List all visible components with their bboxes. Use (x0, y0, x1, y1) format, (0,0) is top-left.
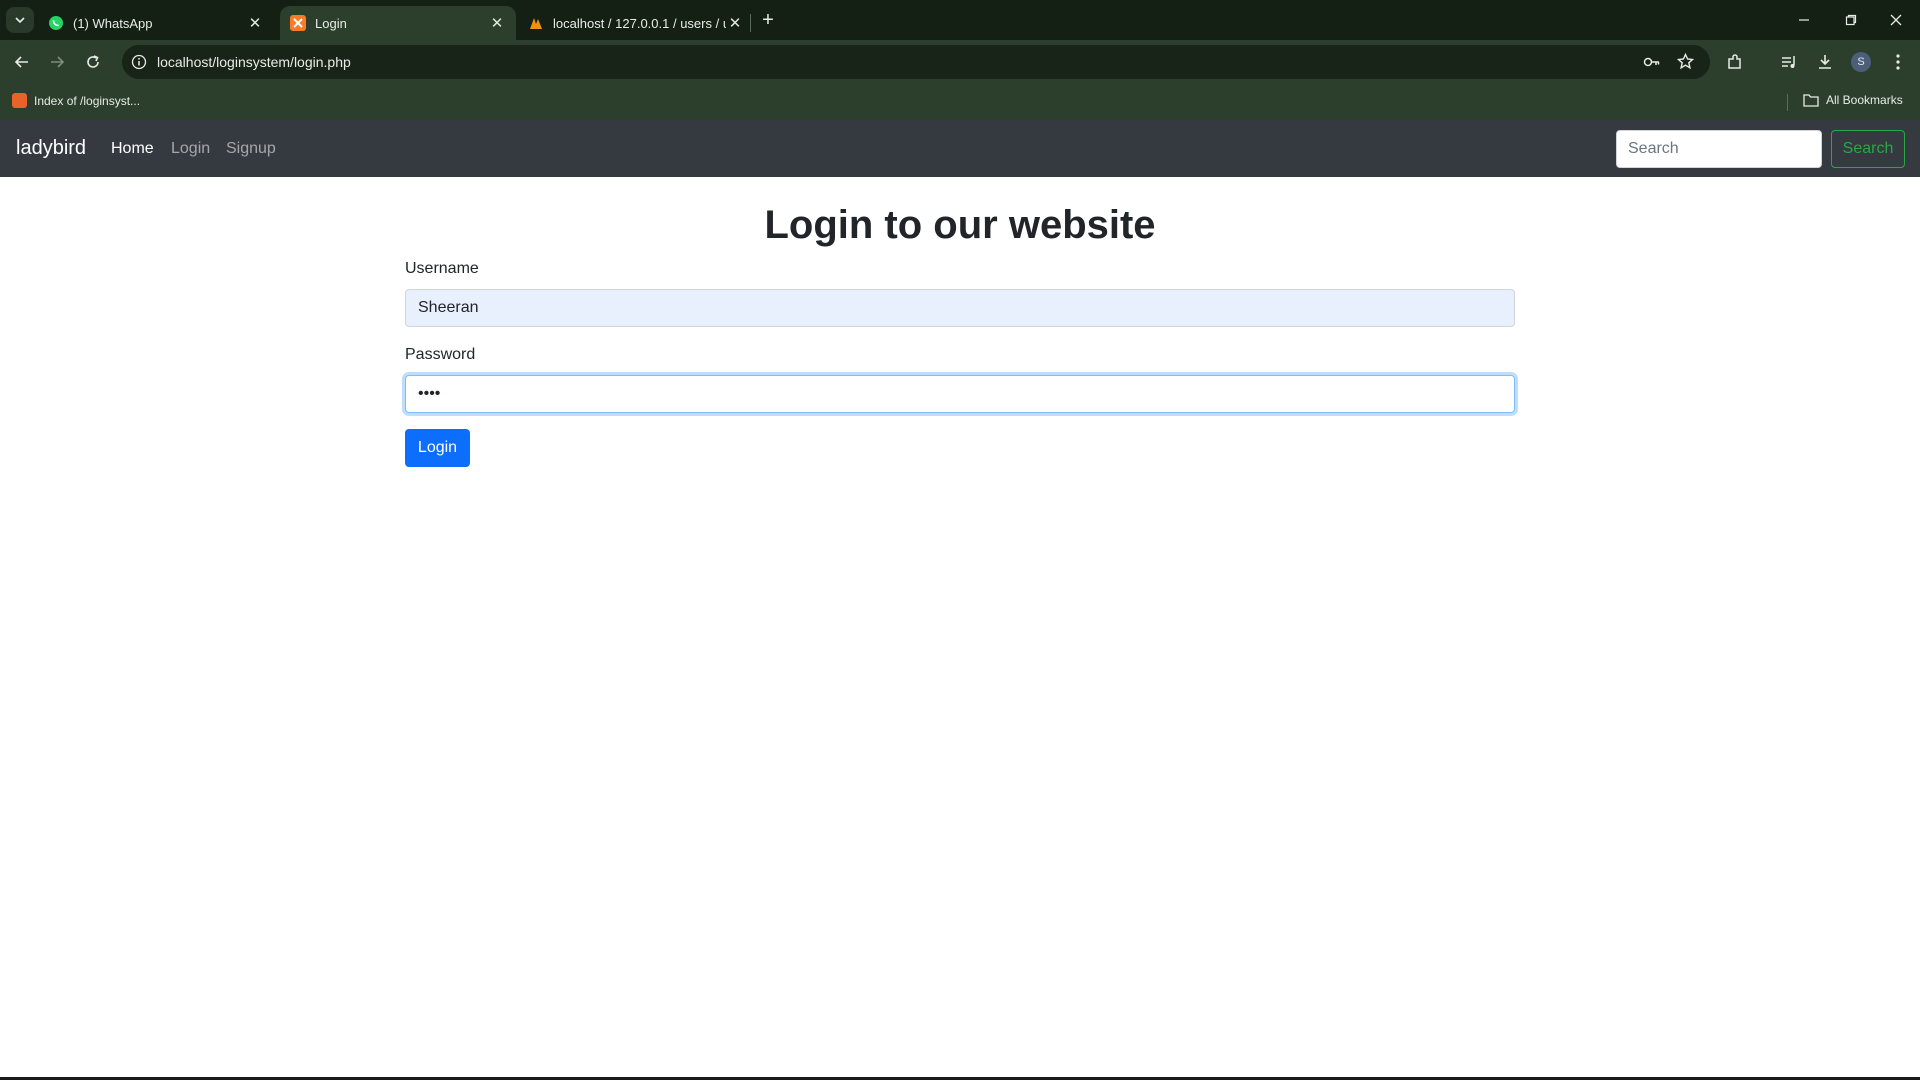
xampp-icon (290, 15, 306, 31)
new-tab-button[interactable]: + (756, 8, 780, 32)
reload-icon (87, 55, 99, 68)
reload-button[interactable] (79, 48, 107, 76)
search-input[interactable] (1616, 130, 1822, 168)
tab-title: localhost / 127.0.0.1 / users / u (553, 15, 726, 31)
extensions-icon[interactable] (1724, 51, 1746, 73)
site-info-icon[interactable] (131, 54, 147, 75)
tab-login[interactable]: Login ✕ (280, 6, 516, 40)
tab-title: Login (315, 15, 347, 31)
profile-avatar[interactable]: S (1851, 52, 1871, 72)
url-text: localhost/loginsystem/login.php (157, 54, 351, 70)
address-bar[interactable]: localhost/loginsystem/login.php (122, 45, 1710, 79)
close-icon[interactable]: ✕ (726, 14, 744, 32)
folder-icon (1803, 94, 1819, 107)
chevron-down-icon (15, 17, 25, 24)
media-controls-icon[interactable] (1778, 51, 1800, 73)
tab-search-button[interactable] (6, 7, 34, 33)
nav-link-home[interactable]: Home (111, 140, 154, 158)
username-input[interactable] (405, 289, 1515, 327)
forward-button[interactable] (43, 48, 71, 76)
restore-icon (1845, 14, 1857, 26)
tab-separator (750, 14, 751, 32)
password-key-icon[interactable] (1643, 54, 1661, 75)
close-icon[interactable]: ✕ (246, 14, 264, 32)
tab-whatsapp[interactable]: (1) WhatsApp ✕ (38, 6, 274, 40)
arrow-right-icon (51, 56, 65, 68)
phpmyadmin-icon (528, 15, 544, 31)
bookmark-star-icon[interactable] (1676, 52, 1695, 75)
search-button[interactable]: Search (1831, 130, 1905, 168)
download-icon[interactable] (1814, 51, 1836, 73)
page-title: Login to our website (764, 203, 1156, 247)
back-button[interactable] (8, 48, 36, 76)
bookmarks-separator (1787, 94, 1788, 111)
arrow-left-icon (14, 56, 28, 68)
bookmark-label: Index of /loginsyst... (34, 93, 141, 108)
tab-title: (1) WhatsApp (73, 15, 153, 31)
browser-tab-strip: (1) WhatsApp ✕ Login ✕ localhost / 127.0… (0, 0, 1920, 40)
all-bookmarks-button[interactable]: All Bookmarks (1803, 93, 1903, 107)
close-window-button[interactable] (1876, 6, 1916, 34)
password-label: Password (405, 346, 476, 363)
minimize-button[interactable] (1784, 6, 1824, 34)
browser-toolbar: localhost/loginsystem/login.php S (0, 40, 1920, 84)
restore-button[interactable] (1831, 6, 1871, 34)
close-icon[interactable]: ✕ (488, 14, 506, 32)
navbar-brand[interactable]: ladybird (16, 137, 86, 160)
login-button[interactable]: Login (405, 429, 470, 467)
nav-link-login[interactable]: Login (171, 140, 210, 158)
all-bookmarks-label: All Bookmarks (1826, 93, 1903, 107)
tab-phpmyadmin[interactable]: localhost / 127.0.0.1 / users / u ✕ (518, 6, 754, 40)
nav-link-signup[interactable]: Signup (226, 140, 276, 158)
bookmark-item[interactable]: Index of /loginsyst... (12, 93, 140, 108)
whatsapp-icon (48, 15, 64, 31)
password-input[interactable] (405, 375, 1515, 413)
more-menu-icon[interactable] (1887, 51, 1909, 73)
username-label: Username (405, 260, 479, 277)
site-navbar: ladybird Home Login Signup Search (0, 120, 1920, 177)
close-icon (1890, 14, 1902, 26)
minimize-icon (1799, 19, 1809, 21)
bookmarks-bar: Index of /loginsyst... All Bookmarks (0, 84, 1920, 120)
xampp-icon (12, 93, 27, 108)
